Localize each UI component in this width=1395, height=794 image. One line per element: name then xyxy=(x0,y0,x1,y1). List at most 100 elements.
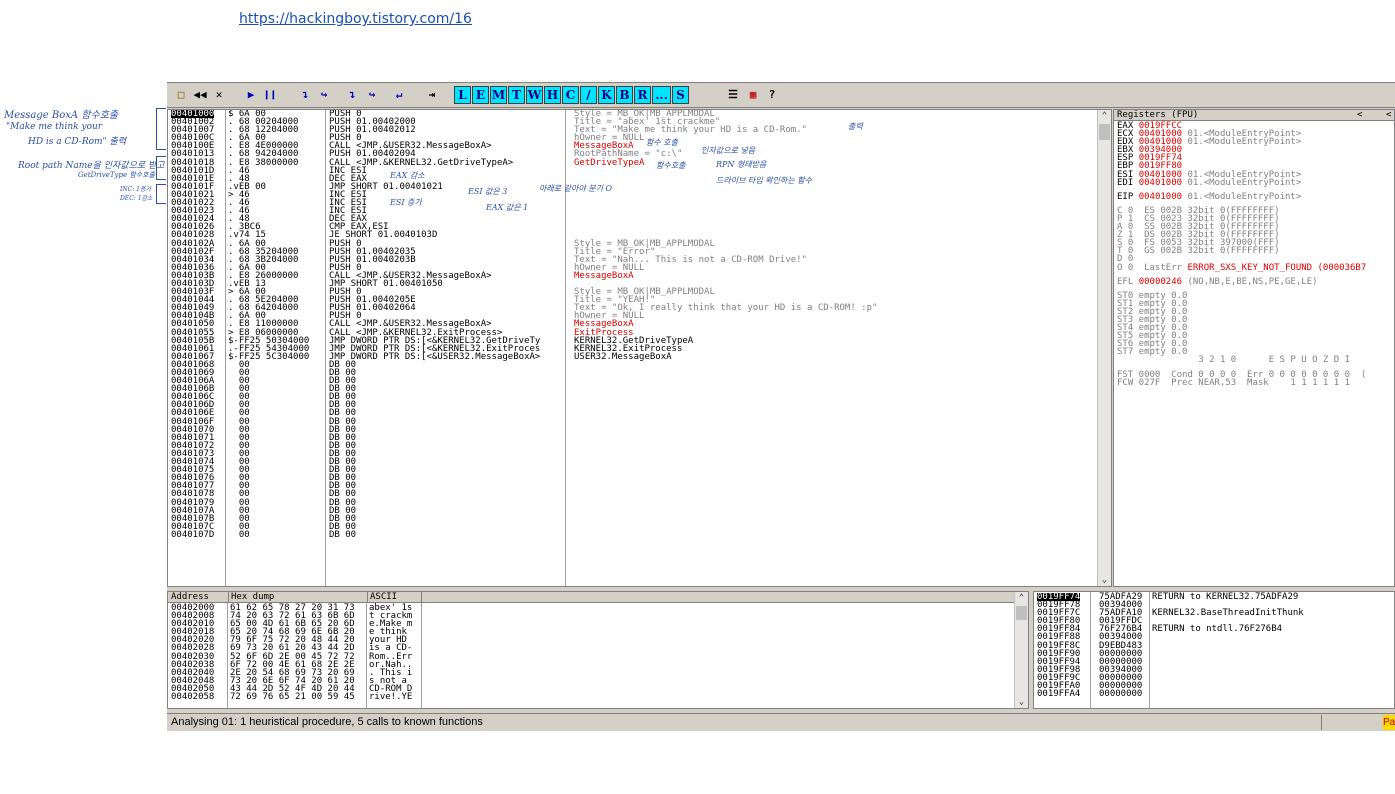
trace-over-icon[interactable]: ↪ xyxy=(363,86,381,104)
disasm-instruction[interactable]: DB 00 xyxy=(329,441,564,450)
register-eip[interactable]: EIP 00401000 01.<ModuleEntryPoint> xyxy=(1117,192,1372,201)
disasm-instruction[interactable]: JMP SHORT 01.00401050 xyxy=(329,279,564,288)
toolbar-btn-ellipsis[interactable]: ... xyxy=(652,86,671,104)
register-edi[interactable]: EDI 00401000 01.<ModuleEntryPoint> xyxy=(1117,177,1372,188)
disasm-instruction[interactable]: JMP DWORD PTR DS:[<&USER32.MessageBoxA> xyxy=(329,352,564,361)
disasm-instruction[interactable]: DB 00 xyxy=(329,522,564,531)
scroll-up-icon[interactable]: ⌃ xyxy=(1015,592,1028,604)
dump-address-column[interactable]: 00402000 00402008 00402010 00402018 00402020… xyxy=(171,603,214,701)
dump-hex-column[interactable]: 61 62 65 78 27 20 31 73 74 20 63 72 61 63… xyxy=(230,603,355,701)
toolbar-btn-w[interactable]: W xyxy=(526,86,543,104)
toolbar-btn-m[interactable]: M xyxy=(490,86,507,104)
toolbar-btn-b[interactable]: B xyxy=(616,86,633,104)
register-name: EDI xyxy=(1117,177,1134,188)
restart-icon[interactable]: ◀◀ xyxy=(191,86,209,104)
close-icon[interactable]: ✕ xyxy=(211,86,227,104)
dump-scroll-thumb[interactable] xyxy=(1016,606,1027,620)
disasm-instruction[interactable]: DB 00 xyxy=(329,401,564,410)
disasm-instruction[interactable]: PUSH 01.00402064 xyxy=(329,304,564,313)
run-icon[interactable]: ▶ xyxy=(243,86,259,104)
toolbar-btn-e[interactable]: E xyxy=(472,86,489,104)
disasm-instruction[interactable]: DB 00 xyxy=(329,498,564,507)
disasm-instruction[interactable]: DB 00 xyxy=(329,466,564,475)
execute-till-return-icon[interactable]: ↵ xyxy=(390,86,408,104)
disasm-address-column[interactable]: 00401000 00401002 00401007 0040100C 0040100E… xyxy=(171,110,227,539)
go-to-icon[interactable]: ⇥ xyxy=(423,86,441,104)
stack-address[interactable]: 0019FFA4 xyxy=(1037,690,1080,699)
toolbar-btn-t[interactable]: T xyxy=(508,86,525,104)
disasm-instruction[interactable]: DB 00 xyxy=(329,393,564,402)
flag-segment-row[interactable]: T 0 GS 002B 32bit 0(FFFFFFFF) xyxy=(1117,247,1372,256)
scroll-down-icon[interactable]: ⌄ xyxy=(1098,574,1111,586)
toolbar-btn-slash[interactable]: / xyxy=(580,86,597,104)
help-icon[interactable]: ? xyxy=(764,86,780,104)
disasm-hex-column[interactable]: $ 6A 00. 68 00204000. 68 12204000. 6A 00… xyxy=(228,110,326,539)
toolbar-btn-l[interactable]: L xyxy=(454,86,471,104)
stack-value[interactable]: 00000000 xyxy=(1099,690,1142,699)
disasm-instruction[interactable]: DB 00 xyxy=(329,449,564,458)
lasterr-row[interactable]: O 0 LastErr ERROR_SXS_KEY_NOT_FOUND (000… xyxy=(1117,263,1372,272)
dump-hex[interactable]: 72 69 76 65 21 00 59 45 xyxy=(230,692,355,701)
disasm-instruction[interactable]: PUSH 01.0040203B xyxy=(329,255,564,264)
disasm-instruction[interactable]: DB 00 xyxy=(329,385,564,394)
stack-value-column[interactable]: 75ADFA29 00394000 75ADFA10 0019FFDC 76F276B4… xyxy=(1099,592,1142,699)
disasm-instruction[interactable]: DB 00 xyxy=(329,417,564,426)
dump-address[interactable]: 00402058 xyxy=(171,692,214,701)
toolbar-btn-r[interactable]: R xyxy=(634,86,651,104)
toolbar-btn-s[interactable]: S xyxy=(672,86,689,104)
status-badge: Pa xyxy=(1383,715,1395,730)
step-over-icon[interactable]: ↪ xyxy=(315,86,333,104)
disasm-instruction[interactable]: DB 00 xyxy=(329,433,564,442)
disasm-instruction[interactable]: JE SHORT 01.0040103D xyxy=(329,231,564,240)
scroll-up-icon[interactable]: ⌃ xyxy=(1098,110,1111,122)
disasm-scrollbar[interactable]: ⌃ ⌄ xyxy=(1097,110,1111,586)
step-into-icon[interactable]: ↴ xyxy=(296,86,314,104)
disasm-instruction[interactable]: DB 00 xyxy=(329,425,564,434)
stack-comment-column: RETURN to KERNEL32.75ADFA29 KERNEL32.Base… xyxy=(1152,592,1304,698)
scroll-down-icon[interactable]: ⌄ xyxy=(1015,696,1028,708)
disasm-instruction[interactable]: PUSH 01.00402012 xyxy=(329,126,564,135)
grid-icon[interactable]: ▦ xyxy=(744,86,762,104)
disasm-address[interactable]: 0040107D xyxy=(171,530,227,539)
stack-pane[interactable]: 0019FF74 0019FF78 0019FF7C 0019FF80 0019FF84… xyxy=(1033,591,1395,709)
dump-header-address[interactable]: Address xyxy=(171,592,209,602)
registers-list[interactable]: EAX 0019FFCC ECX 00401000 01.<ModuleEntr… xyxy=(1117,122,1372,388)
fcw-row[interactable]: FCW 027F Prec NEAR,53 Mask 1 1 1 1 1 1 xyxy=(1117,378,1372,387)
dump-ascii-column[interactable]: abex' 1s t crackm e.Make me think your HD … xyxy=(369,603,412,701)
disasm-instruction[interactable]: DB 00 xyxy=(329,490,564,499)
disasm-instruction[interactable]: DB 00 xyxy=(329,474,564,483)
disasm-hex[interactable]: 00 xyxy=(228,530,326,539)
disasm-instruction[interactable]: DB 00 xyxy=(329,506,564,515)
toolbar-btn-c[interactable]: C xyxy=(562,86,579,104)
source-link[interactable]: https://hackingboy.tistory.com/16 xyxy=(239,11,472,27)
disasm-instruction[interactable]: DB 00 xyxy=(329,530,564,539)
disasm-instruction[interactable]: DB 00 xyxy=(329,368,564,377)
stack-comment xyxy=(1152,658,1304,666)
registers-pane[interactable]: Registers (FPU) < < EAX 0019FFCC ECX 004… xyxy=(1113,109,1395,587)
dump-pane[interactable]: Address Hex dump ASCII 00402000 00402008 0… xyxy=(167,591,1029,709)
disasm-instruction[interactable]: DB 00 xyxy=(329,409,564,418)
disasm-instruction[interactable]: DB 00 xyxy=(329,360,564,369)
disasm-instruction[interactable]: DB 00 xyxy=(329,514,564,523)
disasm-instruction[interactable]: DB 00 xyxy=(329,457,564,466)
stack-address-column[interactable]: 0019FF74 0019FF78 0019FF7C 0019FF80 0019FF84… xyxy=(1037,592,1081,699)
registers-next-icon[interactable]: < xyxy=(1386,110,1391,120)
open-icon[interactable]: □ xyxy=(172,86,190,104)
fst-bits-row[interactable]: 3 2 1 0 E S P U O Z D I xyxy=(1117,356,1372,365)
pause-icon[interactable]: ❙❙ xyxy=(262,86,278,104)
dump-scrollbar[interactable]: ⌃ ⌄ xyxy=(1014,592,1028,708)
disasm-scroll-thumb[interactable] xyxy=(1099,124,1110,140)
disassembly-pane[interactable]: 00401000 00401002 00401007 0040100C 0040100E… xyxy=(167,109,1112,587)
list-icon[interactable]: ☰ xyxy=(724,86,742,104)
disasm-instruction[interactable]: DB 00 xyxy=(329,482,564,491)
disasm-instruction[interactable]: DB 00 xyxy=(329,377,564,386)
efl-row[interactable]: EFL 00000246 (NO,NB,E,BE,NS,PE,GE,LE) xyxy=(1117,277,1372,286)
registers-prev-icon[interactable]: < xyxy=(1357,110,1362,120)
toolbar-btn-h[interactable]: H xyxy=(544,86,561,104)
dump-header-ascii[interactable]: ASCII xyxy=(367,592,397,602)
trace-into-icon[interactable]: ↴ xyxy=(343,86,361,104)
dump-ascii[interactable]: rive!.YE xyxy=(369,692,412,701)
disasm-mnemonic-column[interactable]: PUSH 0 PUSH 01.00402000 PUSH 01.00402012 PU… xyxy=(329,110,564,539)
toolbar-btn-k[interactable]: K xyxy=(598,86,615,104)
dump-header-hex[interactable]: Hex dump xyxy=(228,592,274,602)
